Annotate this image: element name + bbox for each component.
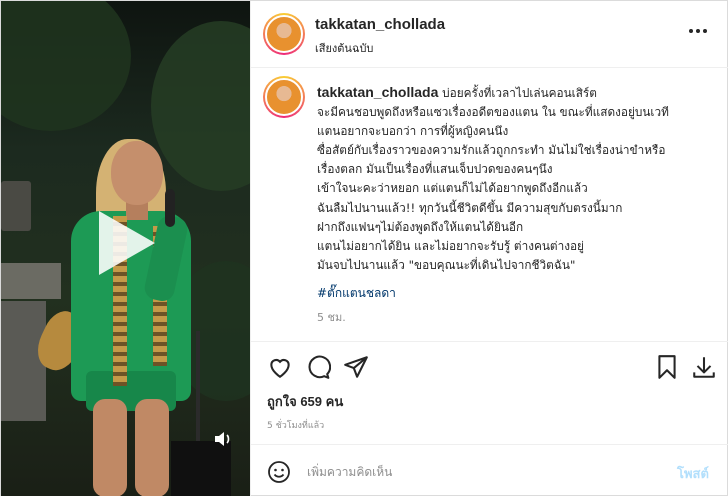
stage-speaker xyxy=(171,441,231,496)
performer-leg xyxy=(135,399,169,496)
more-icon[interactable] xyxy=(689,25,709,37)
background-tree xyxy=(151,21,250,191)
posted-ago: 5 ชั่วโมงที่แล้ว xyxy=(267,421,325,431)
post-dialog: takkatan_chollada เสียงต้นฉบับ takkatan_… xyxy=(0,0,728,496)
comment-icon[interactable] xyxy=(305,354,331,380)
stage-light xyxy=(1,263,61,299)
hashtag-link[interactable]: #ตั๊กแตนชลดา xyxy=(317,284,396,303)
comment-bar: โพสต์ xyxy=(251,444,728,496)
performer-leg xyxy=(93,399,127,496)
volume-icon[interactable] xyxy=(214,431,232,447)
post-panel: takkatan_chollada เสียงต้นฉบับ takkatan_… xyxy=(250,1,728,496)
post-header: takkatan_chollada เสียงต้นฉบับ xyxy=(251,1,728,68)
bookmark-icon[interactable] xyxy=(654,354,680,380)
audio-label[interactable]: เสียงต้นฉบับ xyxy=(315,39,373,57)
action-bar xyxy=(251,341,728,387)
post-comment-button[interactable]: โพสต์ xyxy=(677,463,709,484)
play-icon[interactable] xyxy=(99,211,155,275)
microphone xyxy=(165,189,175,227)
background-tree xyxy=(1,1,131,131)
download-icon[interactable] xyxy=(691,354,717,380)
video-player[interactable] xyxy=(1,1,250,496)
caption-text: บ่อยครั้งที่เวลาไปเล่นคอนเสิร์ต จะมีคนชอ… xyxy=(317,86,669,272)
caption-username[interactable]: takkatan_chollada xyxy=(317,84,438,100)
caption-avatar[interactable] xyxy=(263,76,305,118)
like-count[interactable]: ถูกใจ 659 คน xyxy=(267,391,343,412)
header-username[interactable]: takkatan_chollada xyxy=(315,16,445,33)
share-icon[interactable] xyxy=(343,354,369,380)
caption-time: 5 ชม. xyxy=(317,311,346,324)
performer-face xyxy=(111,141,163,205)
avatar[interactable] xyxy=(263,13,305,55)
stage-lamp xyxy=(1,181,31,231)
emoji-icon[interactable] xyxy=(267,460,291,484)
heart-icon[interactable] xyxy=(267,354,293,380)
caption: takkatan_chollada บ่อยครั้งที่เวลาไปเล่น… xyxy=(317,83,712,275)
comment-input[interactable] xyxy=(307,460,637,484)
